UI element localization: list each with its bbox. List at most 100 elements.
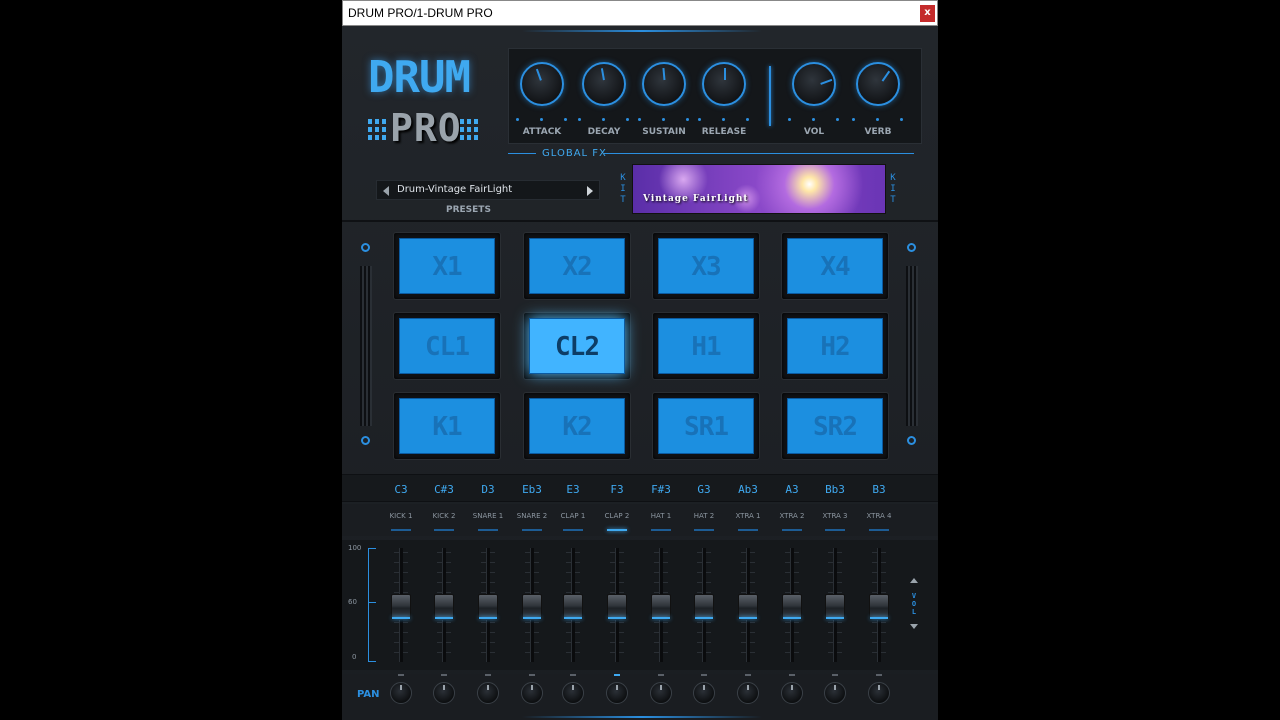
right-side-slider[interactable] (906, 266, 918, 426)
instrument-label-xtra-2[interactable]: XTRA 2 (770, 512, 814, 520)
pad-sr1[interactable]: SR1 (658, 398, 754, 454)
instrument-label-kick-1[interactable]: KICK 1 (379, 512, 423, 520)
preset-prev-icon[interactable] (383, 186, 389, 196)
attack-knob[interactable] (520, 62, 564, 106)
instrument-led-xtra-2 (782, 529, 802, 531)
pad-x1[interactable]: X1 (399, 238, 495, 294)
instrument-led-kick-1 (391, 529, 411, 531)
pan-knob-snare-1[interactable] (477, 682, 499, 704)
fader-cap-xtra-3[interactable] (825, 594, 845, 620)
pad-x4[interactable]: X4 (787, 238, 883, 294)
fader-cap-kick-1[interactable] (391, 594, 411, 620)
release-knob[interactable] (702, 62, 746, 106)
sustain-label: SUSTAIN (642, 127, 686, 137)
pan-knob-snare-2[interactable] (521, 682, 543, 704)
kit-label-left[interactable]: KIT (618, 173, 628, 206)
left-slider-top-ring-icon (361, 243, 370, 252)
instrument-label-snare-2[interactable]: SNARE 2 (510, 512, 554, 520)
pad-x2[interactable]: X2 (529, 238, 625, 294)
pad-frame-cl1: CL1 (393, 312, 501, 380)
pad-frame-sr2: SR2 (781, 392, 889, 460)
sustain-knob-indicator (662, 67, 666, 81)
instrument-label-clap-2[interactable]: CLAP 2 (595, 512, 639, 520)
instrument-label-clap-1[interactable]: CLAP 1 (551, 512, 595, 520)
sustain-knob[interactable] (642, 62, 686, 106)
pad-frame-sr1: SR1 (652, 392, 760, 460)
pan-knob-kick-2[interactable] (433, 682, 455, 704)
fader-cap-snare-2[interactable] (522, 594, 542, 620)
pan-indicator-xtra-3 (832, 674, 838, 676)
fader-cap-clap-1[interactable] (563, 594, 583, 620)
preset-selector[interactable]: Drum-Vintage FairLight (376, 180, 600, 200)
note-label: D3 (481, 483, 495, 496)
pan-row: PAN (342, 674, 938, 720)
pan-knob-xtra-1[interactable] (737, 682, 759, 704)
volume-down-icon[interactable] (910, 624, 918, 629)
pad-frame-x2: X2 (523, 232, 631, 300)
attack-label: ATTACK (522, 127, 562, 137)
global-fx-label: GLOBAL FX (542, 148, 607, 159)
pad-h2[interactable]: H2 (787, 318, 883, 374)
volume-side-text: VOL (911, 592, 917, 616)
vol-label: VOL (803, 127, 825, 137)
pan-knob-kick-1[interactable] (390, 682, 412, 704)
kit-image[interactable]: Vintage FairLight (632, 164, 886, 214)
pan-indicator-xtra-1 (745, 674, 751, 676)
instrument-label-kick-2[interactable]: KICK 2 (422, 512, 466, 520)
right-slider-top-ring-icon (907, 243, 916, 252)
pad-k1[interactable]: K1 (399, 398, 495, 454)
title-bar[interactable]: DRUM PRO/1-DRUM PRO x (342, 0, 938, 26)
instrument-led-clap-1 (563, 529, 583, 531)
fader-cap-kick-2[interactable] (434, 594, 454, 620)
instrument-label-hat-1[interactable]: HAT 1 (639, 512, 683, 520)
pan-knob-clap-1[interactable] (562, 682, 584, 704)
volume-up-icon[interactable] (910, 578, 918, 583)
pan-knob-xtra-4[interactable] (868, 682, 890, 704)
verb-knob[interactable] (856, 62, 900, 106)
pan-indicator-snare-2 (529, 674, 535, 676)
volume-side-label: VOL (909, 592, 919, 616)
scale-tick-60 (368, 602, 376, 603)
instrument-led-snare-1 (478, 529, 498, 531)
pad-sr2[interactable]: SR2 (787, 398, 883, 454)
pad-h1[interactable]: H1 (658, 318, 754, 374)
pad-k2[interactable]: K2 (529, 398, 625, 454)
pad-cl2[interactable]: CL2 (529, 318, 625, 374)
pad-x3[interactable]: X3 (658, 238, 754, 294)
kit-name: Vintage FairLight (643, 194, 749, 204)
instrument-label-snare-1[interactable]: SNARE 1 (466, 512, 510, 520)
instrument-label-xtra-4[interactable]: XTRA 4 (857, 512, 901, 520)
decay-knob[interactable] (582, 62, 626, 106)
fader-cap-hat-1[interactable] (651, 594, 671, 620)
instrument-label-hat-2[interactable]: HAT 2 (682, 512, 726, 520)
logo-grid-left-icon (368, 118, 386, 140)
global-fx-line-left (508, 153, 536, 154)
left-side-slider[interactable] (360, 266, 372, 426)
fader-cap-hat-2[interactable] (694, 594, 714, 620)
release-knob-indicator (724, 68, 726, 80)
instrument-label-xtra-3[interactable]: XTRA 3 (813, 512, 857, 520)
pan-knob-xtra-2[interactable] (781, 682, 803, 704)
fader-cap-xtra-2[interactable] (782, 594, 802, 620)
drum-pro-plugin: DRUM PRO ATTACK DECAY SUSTAIN RELEASE VOL VER… (342, 26, 938, 720)
decay-label: DECAY (587, 127, 621, 137)
pan-knob-hat-1[interactable] (650, 682, 672, 704)
vol-knob[interactable] (792, 62, 836, 106)
pan-knob-clap-2[interactable] (606, 682, 628, 704)
attack-knob-scale (516, 118, 568, 122)
instrument-label-xtra-1[interactable]: XTRA 1 (726, 512, 770, 520)
pad-cl1[interactable]: CL1 (399, 318, 495, 374)
kit-label-right[interactable]: KIT (888, 173, 898, 206)
fader-cap-xtra-4[interactable] (869, 594, 889, 620)
pan-knob-hat-2[interactable] (693, 682, 715, 704)
logo-grid-right-icon (460, 118, 478, 140)
fader-cap-xtra-1[interactable] (738, 594, 758, 620)
instrument-led-xtra-4 (869, 529, 889, 531)
fader-cap-snare-1[interactable] (478, 594, 498, 620)
fader-cap-clap-2[interactable] (607, 594, 627, 620)
pan-knob-xtra-3[interactable] (824, 682, 846, 704)
preset-next-icon[interactable] (587, 186, 593, 196)
note-label: Eb3 (522, 483, 542, 496)
instrument-led-clap-2 (607, 529, 627, 531)
close-button[interactable]: x (920, 5, 935, 22)
